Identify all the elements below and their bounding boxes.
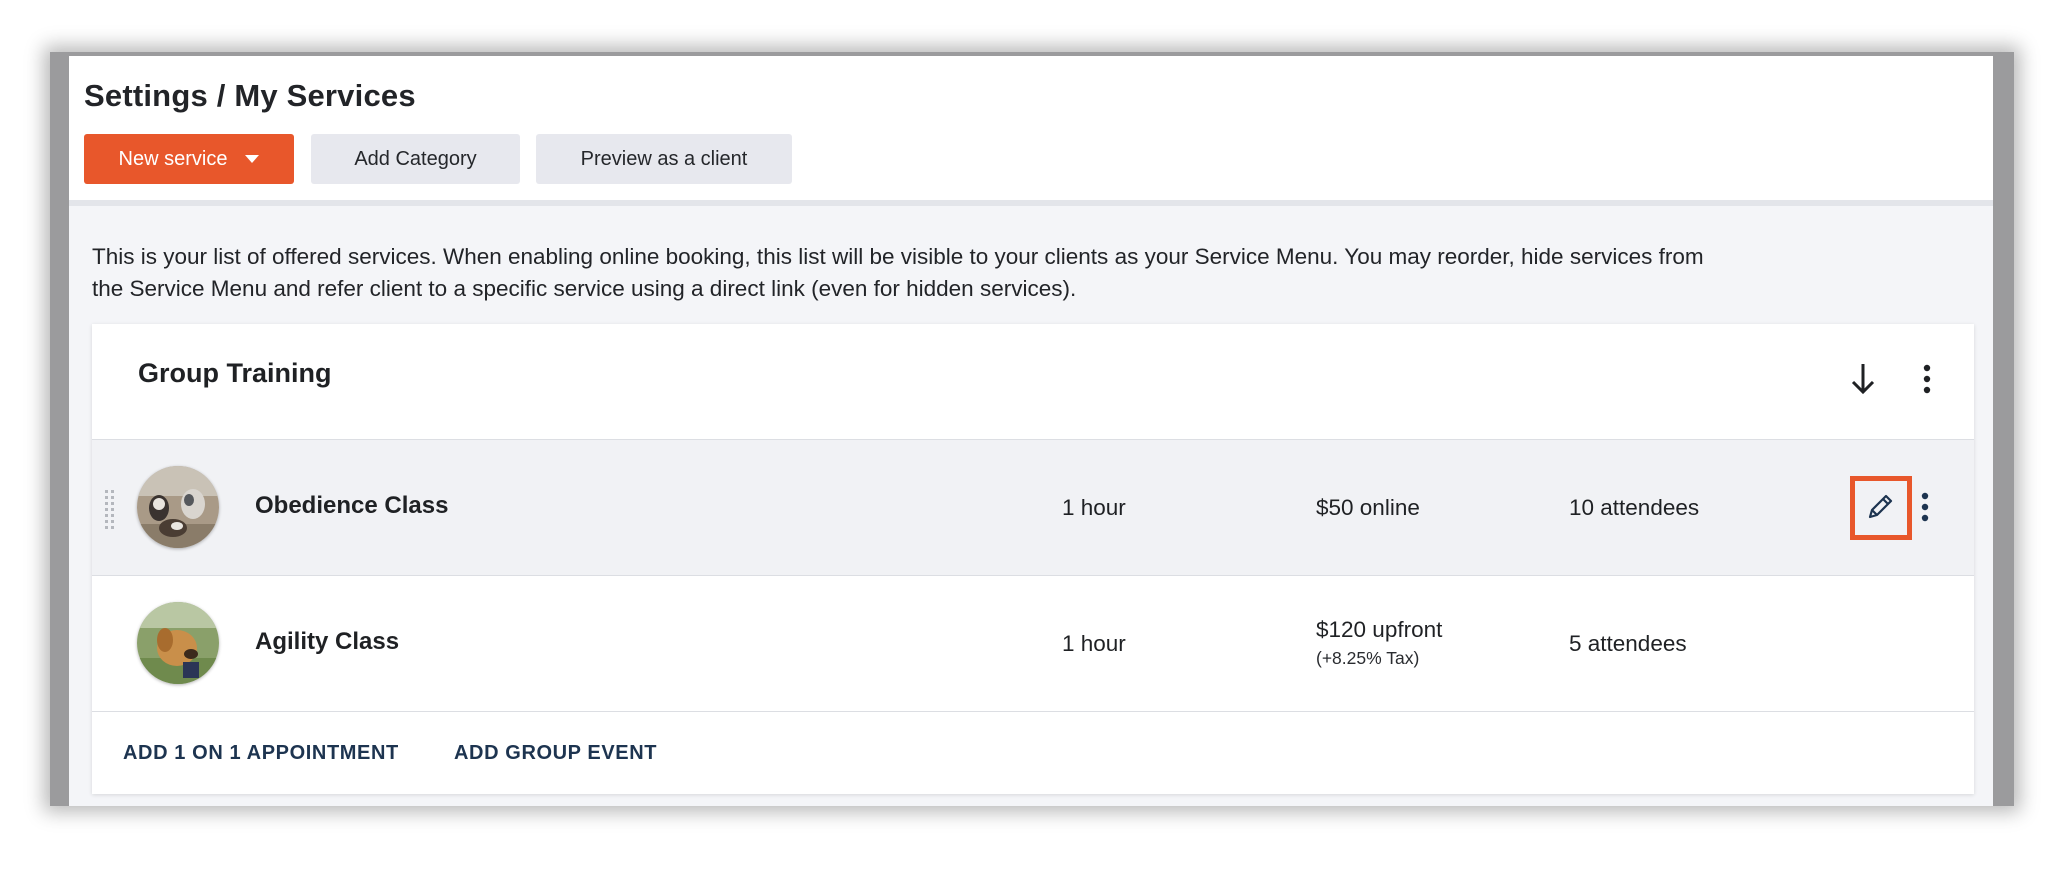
service-row[interactable]: Obedience Class 1 hour $50 online 10 att… — [92, 440, 1974, 576]
service-name: Agility Class — [255, 628, 400, 655]
service-category-card: Group Training Obedience Class 1 hour $5… — [92, 324, 1974, 794]
page-title: Settings / My Services — [84, 78, 416, 113]
service-name: Obedience Class — [255, 492, 449, 519]
service-avatar-dog — [137, 602, 219, 684]
add-category-label: Add Category — [354, 147, 477, 170]
pencil-icon — [1866, 491, 1896, 526]
service-avatar-dogs — [137, 466, 219, 548]
new-service-button[interactable]: New service — [84, 134, 294, 184]
add-category-button[interactable]: Add Category — [311, 134, 520, 184]
service-price: $50 online — [1316, 495, 1420, 520]
service-row[interactable]: Agility Class 1 hour $120 upfront (+8.25… — [92, 576, 1974, 712]
service-tax: (+8.25% Tax) — [1316, 648, 1420, 668]
new-service-label: New service — [118, 147, 228, 170]
preview-as-client-button[interactable]: Preview as a client — [536, 134, 792, 184]
category-header: Group Training — [92, 324, 1974, 440]
category-title: Group Training — [138, 358, 332, 388]
caret-down-icon — [245, 155, 260, 163]
service-duration: 1 hour — [1062, 631, 1126, 656]
preview-label: Preview as a client — [580, 147, 748, 170]
service-duration: 1 hour — [1062, 495, 1126, 520]
page-header: Settings / My Services New service Add C… — [69, 56, 1993, 206]
category-footer: ADD 1 ON 1 APPOINTMENT ADD GROUP EVENT — [92, 712, 1974, 794]
edit-service-button[interactable] — [1850, 476, 1912, 540]
category-kebab-icon[interactable] — [1922, 364, 1932, 399]
service-kebab-icon[interactable] — [1920, 492, 1930, 527]
drag-handle-icon[interactable] — [104, 490, 116, 535]
add-group-event-link[interactable]: ADD GROUP EVENT — [454, 742, 657, 765]
service-attendees: 5 attendees — [1569, 631, 1687, 656]
arrow-down-icon[interactable] — [1850, 362, 1876, 401]
app-window: Settings / My Services New service Add C… — [69, 56, 1993, 806]
add-1on1-appointment-link[interactable]: ADD 1 ON 1 APPOINTMENT — [123, 742, 399, 765]
intro-text: This is your list of offered services. W… — [92, 244, 1704, 301]
service-attendees: 10 attendees — [1569, 495, 1700, 520]
service-price: $120 upfront — [1316, 617, 1443, 642]
